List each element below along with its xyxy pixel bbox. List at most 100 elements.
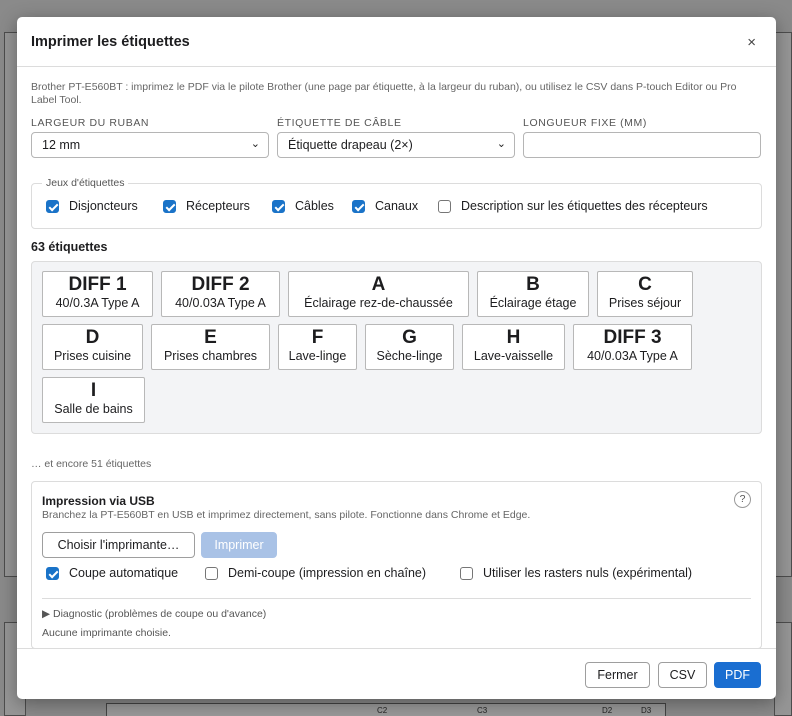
usb-description: Branchez la PT-E560BT en USB et imprimez…	[42, 509, 531, 521]
label-code: I	[90, 380, 97, 401]
dialog-header: Imprimer les étiquettes ×	[17, 17, 776, 67]
label-code: D	[85, 327, 100, 348]
label-code: C	[638, 274, 652, 295]
checkbox-label: Récepteurs	[186, 199, 250, 213]
label-code: DIFF 2	[191, 274, 250, 295]
background-table: C2 C3 D2 D3	[106, 703, 666, 716]
dialog-footer: Fermer CSV PDF	[17, 648, 776, 699]
label-desc: Prises séjour	[608, 296, 682, 310]
close-icon[interactable]: ×	[747, 34, 756, 51]
label-desc: Lave-linge	[288, 349, 347, 363]
checkbox-canaux[interactable]: Canaux	[352, 199, 418, 213]
chevron-down-icon: ⌄	[496, 138, 506, 150]
checkbox-box[interactable]	[46, 199, 59, 213]
checkbox-label: Utiliser les rasters nuls (expérimental)	[483, 566, 693, 580]
fixed-length-label: LONGUEUR FIXE (MM)	[523, 117, 647, 129]
checkbox-box[interactable]	[438, 199, 451, 213]
print-labels-dialog: Imprimer les étiquettes × Brother PT-E56…	[17, 17, 776, 699]
csv-button[interactable]: CSV	[658, 662, 707, 688]
checkbox-recepteurs[interactable]: Récepteurs	[163, 199, 250, 213]
label-preview: I Salle de bains	[42, 377, 145, 423]
dialog-title: Imprimer les étiquettes	[31, 34, 190, 50]
background-cell: C2	[377, 706, 388, 715]
checkbox-label: Câbles	[295, 199, 334, 213]
checkbox-label: Canaux	[375, 199, 419, 213]
label-code: E	[204, 327, 217, 348]
checkbox-label: Description sur les étiquettes des récep…	[461, 199, 708, 213]
checkbox-box[interactable]	[352, 199, 365, 213]
background-cell: C3	[477, 706, 488, 715]
background-cell: D3	[641, 706, 652, 715]
pdf-button[interactable]: PDF	[714, 662, 761, 688]
checkbox-label: Disjoncteurs	[69, 199, 138, 213]
labels-preview-panel: DIFF 1 40/0.3A Type A DIFF 2 40/0.03A Type…	[31, 261, 762, 434]
intro-text: Brother PT-E560BT : imprimez le PDF via …	[31, 81, 737, 106]
label-code: DIFF 1	[68, 274, 127, 295]
label-code: F	[311, 327, 324, 348]
background-sheet-right	[774, 32, 792, 577]
checkbox-box[interactable]	[460, 566, 473, 580]
label-desc: Salle de bains	[54, 402, 133, 416]
checkbox-box[interactable]	[46, 566, 59, 580]
label-desc: 40/0.03A Type A	[587, 349, 678, 363]
cable-label-select[interactable]: Étiquette drapeau (2×) ⌄	[277, 132, 515, 158]
background-sheet-right-lower	[774, 622, 792, 716]
label-desc: Prises cuisine	[53, 349, 132, 363]
label-desc: 40/0.3A Type A	[55, 296, 140, 310]
choose-printer-button[interactable]: Choisir l'imprimante…	[42, 532, 195, 558]
print-button[interactable]: Imprimer	[201, 532, 277, 558]
usb-title: Impression via USB	[42, 494, 155, 508]
checkbox-box[interactable]	[205, 566, 218, 580]
label-preview: B Éclairage étage	[477, 271, 589, 317]
chevron-down-icon: ⌄	[250, 138, 260, 150]
label-preview: E Prises chambres	[151, 324, 270, 370]
help-icon[interactable]: ?	[734, 491, 751, 508]
ribbon-width-label: LARGEUR DU RUBAN	[31, 117, 150, 129]
close-button[interactable]: Fermer	[585, 662, 650, 688]
cable-label-value: Étiquette drapeau (2×)	[288, 138, 413, 152]
checkbox-box[interactable]	[163, 199, 176, 213]
more-labels-text: … et encore 51 étiquettes	[31, 458, 152, 470]
label-desc: Lave-vaisselle	[473, 349, 554, 363]
usb-print-section: Impression via USB Branchez la PT-E560BT…	[31, 481, 762, 649]
cable-label-label: ÉTIQUETTE DE CÂBLE	[277, 117, 402, 129]
ribbon-width-select[interactable]: 12 mm ⌄	[31, 132, 269, 158]
label-preview: A Éclairage rez-de-chaussée	[288, 271, 469, 317]
label-code: H	[506, 327, 521, 348]
checkbox-description[interactable]: Description sur les étiquettes des récep…	[438, 199, 708, 213]
label-count: 63 étiquettes	[31, 240, 108, 254]
printer-status: Aucune imprimante choisie.	[42, 627, 171, 639]
checkbox-label: Demi-coupe (impression en chaîne)	[228, 566, 427, 580]
checkbox-null-rasters[interactable]: Utiliser les rasters nuls (expérimental)	[460, 566, 692, 580]
label-code: DIFF 3	[603, 327, 662, 348]
checkbox-cables[interactable]: Câbles	[272, 199, 334, 213]
label-preview: G Sèche-linge	[365, 324, 454, 370]
label-preview: DIFF 1 40/0.3A Type A	[42, 271, 153, 317]
label-preview: D Prises cuisine	[42, 324, 143, 370]
label-code: G	[402, 327, 417, 348]
checkbox-label: Coupe automatique	[69, 566, 179, 580]
label-preview: C Prises séjour	[597, 271, 693, 317]
diagnostic-toggle[interactable]: ▶ Diagnostic (problèmes de coupe ou d'av…	[42, 608, 266, 620]
label-sets-fieldset: Jeux d'étiquettes Disjoncteurs Récepteur…	[31, 177, 762, 229]
label-sets-legend: Jeux d'étiquettes	[42, 177, 129, 189]
label-desc: Prises chambres	[163, 349, 258, 363]
checkbox-auto-cut[interactable]: Coupe automatique	[46, 566, 178, 580]
label-preview: F Lave-linge	[278, 324, 357, 370]
label-code: B	[526, 274, 540, 295]
label-code: A	[371, 274, 386, 295]
checkbox-box[interactable]	[272, 199, 285, 213]
fixed-length-input[interactable]	[523, 132, 761, 158]
divider	[42, 598, 751, 599]
label-preview: DIFF 2 40/0.03A Type A	[161, 271, 280, 317]
label-desc: Éclairage rez-de-chaussée	[304, 296, 453, 310]
checkbox-disjoncteurs[interactable]: Disjoncteurs	[46, 199, 138, 213]
label-preview: H Lave-vaisselle	[462, 324, 565, 370]
checkbox-half-cut[interactable]: Demi-coupe (impression en chaîne)	[205, 566, 426, 580]
ribbon-width-value: 12 mm	[42, 138, 81, 152]
label-desc: Éclairage étage	[489, 296, 577, 310]
background-cell: D2	[602, 706, 613, 715]
label-preview: DIFF 3 40/0.03A Type A	[573, 324, 692, 370]
label-desc: Sèche-linge	[376, 349, 443, 363]
label-desc: 40/0.03A Type A	[175, 296, 266, 310]
